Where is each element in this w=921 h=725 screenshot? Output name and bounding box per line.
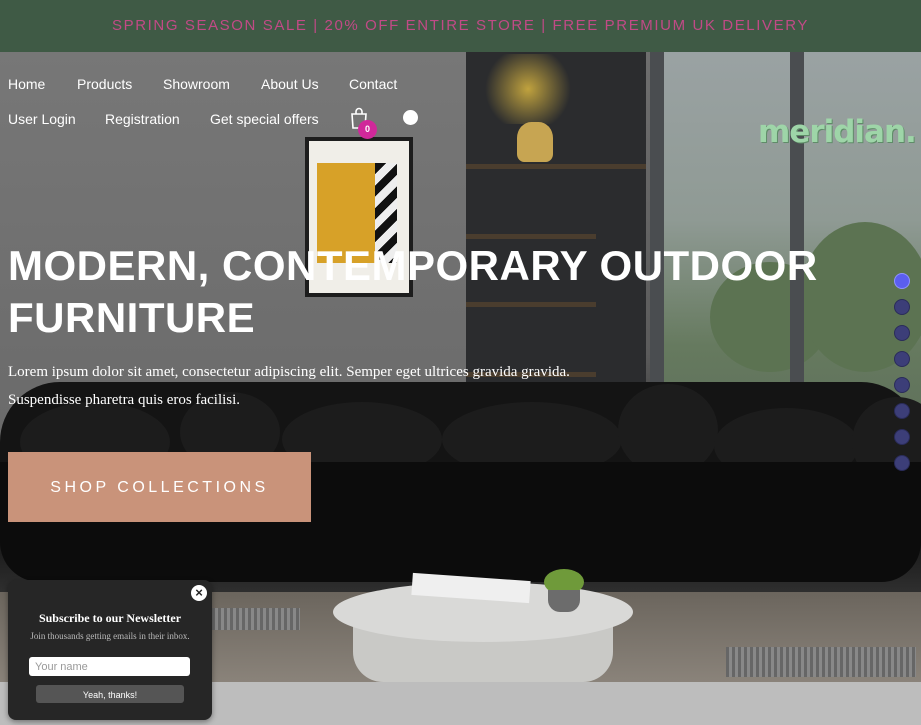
promo-text: SPRING SEASON SALE | 20% OFF ENTIRE STOR… — [111, 17, 809, 34]
newsletter-description: Join thousands getting emails in their i… — [30, 631, 190, 641]
theme-toggle[interactable] — [403, 110, 418, 125]
floor-rug — [212, 608, 300, 630]
slide-dot[interactable] — [894, 403, 910, 419]
slide-dot[interactable] — [894, 351, 910, 367]
hero-subtitle: Lorem ipsum dolor sit amet, consectetur … — [8, 358, 628, 414]
shelf-board — [466, 234, 596, 239]
slider-dots — [894, 273, 914, 481]
slide-dot[interactable] — [894, 325, 910, 341]
main-nav: Home Products Showroom About Us Contact … — [0, 52, 921, 150]
table-pot — [548, 590, 580, 612]
nav-showroom[interactable]: Showroom — [163, 76, 230, 92]
promo-banner: SPRING SEASON SALE | 20% OFF ENTIRE STOR… — [0, 0, 921, 53]
nav-registration[interactable]: Registration — [105, 111, 180, 127]
close-icon[interactable]: × — [191, 585, 207, 601]
hero-title-line2: FURNITURE — [8, 294, 256, 341]
hero-subtitle-line1: Lorem ipsum dolor sit amet, consectetur … — [8, 364, 570, 380]
newsletter-name-input[interactable] — [29, 657, 190, 676]
cart-count-badge: 0 — [358, 120, 377, 139]
newsletter-popup: × Subscribe to our Newsletter Join thous… — [8, 580, 212, 720]
shop-collections-button[interactable]: SHOP COLLECTIONS — [8, 452, 311, 522]
nav-products[interactable]: Products — [77, 76, 132, 92]
hero-title: MODERN, CONTEMPORARY OUTDOOR FURNITURE — [8, 240, 828, 344]
floor-rug — [726, 647, 916, 677]
hero-title-line1: MODERN, CONTEMPORARY OUTDOOR — [8, 242, 818, 289]
newsletter-submit-button[interactable]: Yeah, thanks! — [36, 685, 184, 703]
nav-special-offers[interactable]: Get special offers — [210, 111, 319, 127]
nav-contact[interactable]: Contact — [349, 76, 397, 92]
slide-dot[interactable] — [894, 429, 910, 445]
slide-dot[interactable] — [894, 377, 910, 393]
slide-dot[interactable] — [894, 455, 910, 471]
shelf-board — [466, 164, 646, 169]
brand-logo[interactable]: meridian. — [758, 114, 917, 150]
hero-subtitle-line2: Suspendisse pharetra quis eros facilisi. — [8, 392, 241, 408]
nav-about-us[interactable]: About Us — [261, 76, 319, 92]
nav-user-login[interactable]: User Login — [8, 111, 76, 127]
nav-home[interactable]: Home — [8, 76, 45, 92]
slide-dot[interactable] — [894, 299, 910, 315]
slide-dot[interactable] — [894, 273, 910, 289]
newsletter-title: Subscribe to our Newsletter — [38, 611, 182, 625]
